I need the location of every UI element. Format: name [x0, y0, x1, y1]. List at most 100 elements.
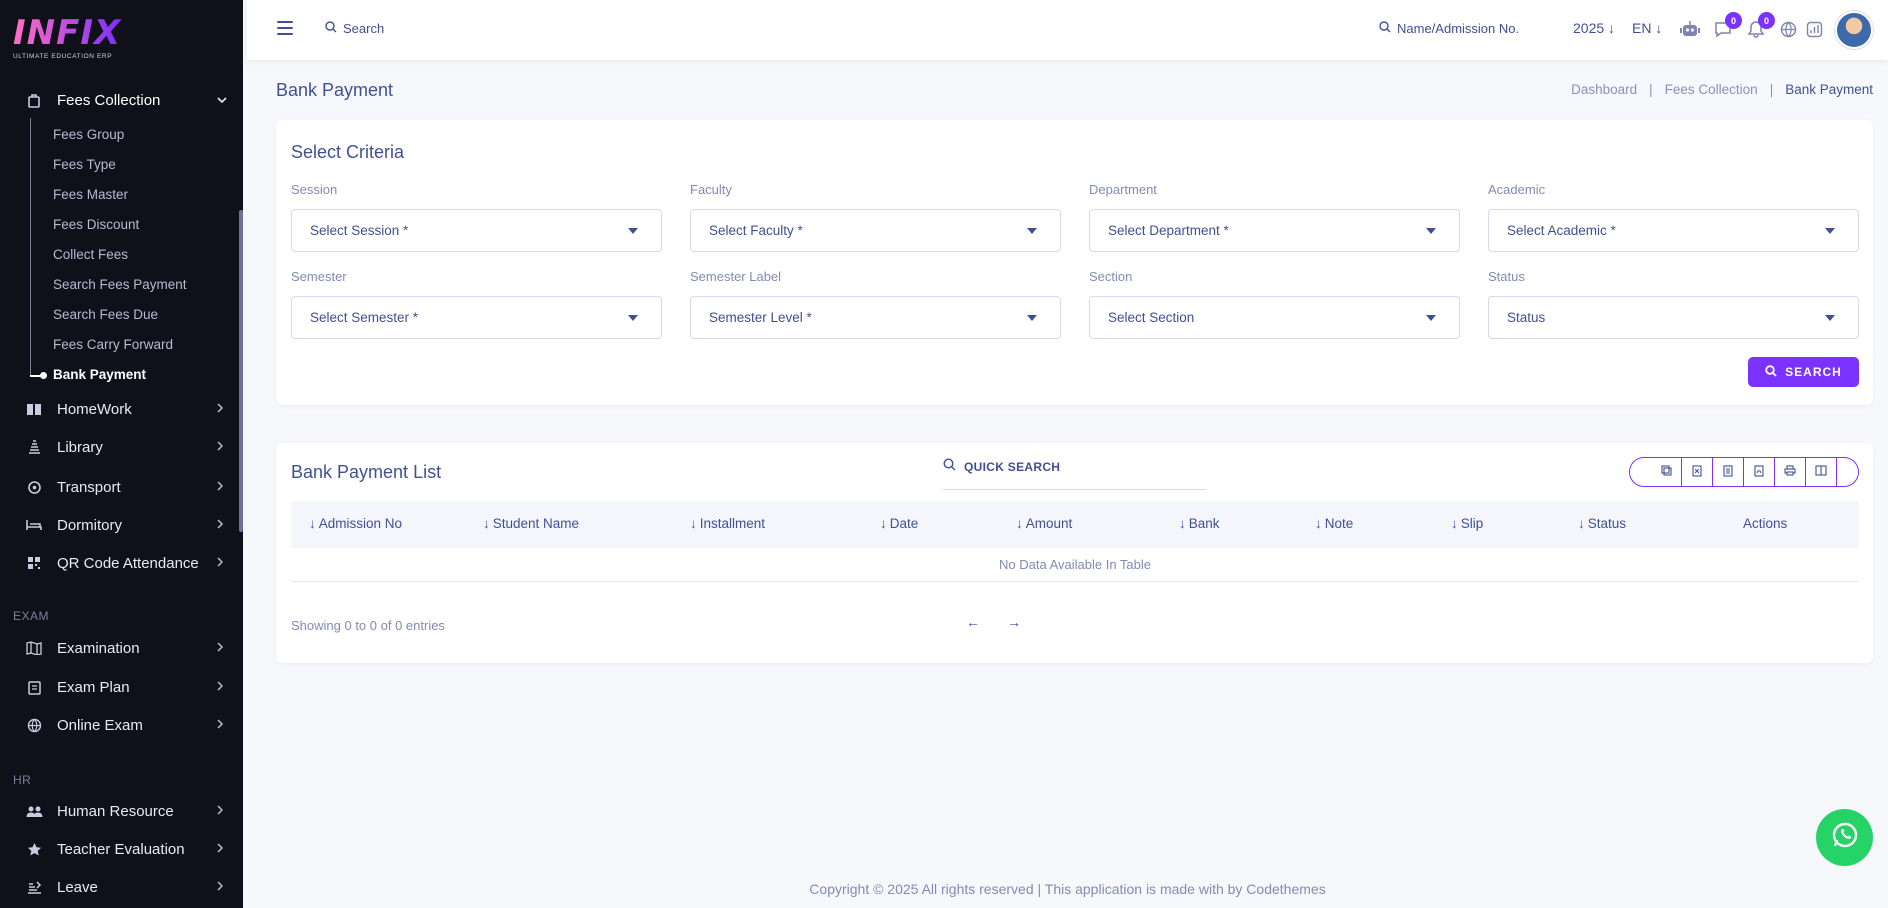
department-select[interactable]: Select Department * — [1089, 209, 1460, 252]
menu-toggle-icon[interactable] — [277, 21, 293, 35]
chat-badge: 0 — [1725, 12, 1742, 29]
globe-icon[interactable] — [1777, 18, 1799, 40]
chevron-right-icon — [217, 718, 224, 732]
library-icon — [25, 438, 43, 456]
column-status[interactable]: ↓ Status — [1578, 516, 1626, 531]
sidebar-subitem-fees-carry-forward[interactable]: Fees Carry Forward — [53, 335, 173, 355]
export-buttons — [1629, 457, 1859, 487]
logo-tagline: ULTIMATE EDUCATION ERP — [13, 53, 113, 60]
robot-icon[interactable] — [1679, 18, 1701, 40]
section-select[interactable]: Select Section — [1089, 296, 1460, 339]
column-note[interactable]: ↓ Note — [1315, 516, 1353, 531]
table-header: ↓ Admission No ↓ Student Name ↓ Installment… — [291, 501, 1859, 548]
avatar[interactable] — [1835, 11, 1873, 49]
pagination-next[interactable]: → — [1007, 614, 1021, 630]
caret-down-icon — [1426, 315, 1436, 321]
year-value: 2025 — [1573, 20, 1605, 36]
sidebar-item-transport[interactable]: Transport — [0, 472, 243, 502]
academic-label: Academic — [1488, 182, 1546, 197]
sidebar-item-human-resource[interactable]: Human Resource — [0, 796, 243, 826]
excel-button[interactable] — [1682, 458, 1713, 486]
sort-arrow-icon: ↓ — [1179, 516, 1186, 531]
sidebar-item-library[interactable]: Library — [0, 432, 243, 462]
sidebar-item-label: Online Exam — [57, 716, 143, 734]
sidebar-item-qr-code-attendance[interactable]: QR Code Attendance — [0, 548, 243, 578]
column-student-name[interactable]: ↓ Student Name — [483, 516, 579, 531]
sidebar-item-dormitory[interactable]: Dormitory — [0, 510, 243, 540]
sidebar-subitem-bank-payment[interactable]: Bank Payment — [53, 365, 146, 385]
sidebar-item-fees-collection[interactable]: Fees Collection — [0, 85, 243, 115]
sidebar-scrollbar[interactable] — [239, 210, 243, 532]
sidebar-item-label: Transport — [57, 478, 121, 496]
sidebar-item-label: QR Code Attendance — [57, 554, 199, 572]
csv-button[interactable] — [1713, 458, 1744, 486]
section-label: Section — [1089, 269, 1133, 284]
column-admission-no[interactable]: ↓ Admission No — [309, 516, 402, 531]
quick-search-input[interactable]: QUICK SEARCH — [943, 456, 1206, 490]
list-title: Bank Payment List — [291, 462, 442, 482]
whatsapp-button[interactable] — [1816, 809, 1873, 866]
breadcrumb-dashboard[interactable]: Dashboard — [1571, 82, 1637, 97]
sidebar-subitem-search-fees-payment[interactable]: Search Fees Payment — [53, 275, 187, 295]
academic-select[interactable]: Select Academic * — [1488, 209, 1859, 252]
column-installment[interactable]: ↓ Installment — [690, 516, 765, 531]
pagination-prev[interactable]: ← — [966, 614, 980, 630]
map-icon — [25, 639, 43, 657]
notification-bell-icon[interactable]: 0 — [1745, 12, 1775, 40]
sidebar-subitem-collect-fees[interactable]: Collect Fees — [53, 245, 128, 265]
caret-down-icon — [1426, 228, 1436, 234]
page-title: Bank Payment — [276, 80, 394, 100]
column-label: Amount — [1025, 516, 1073, 531]
chevron-right-icon — [217, 518, 224, 532]
excel-icon — [1692, 464, 1702, 480]
sidebar-subitem-fees-group[interactable]: Fees Group — [53, 125, 124, 145]
section-label-hr: HR — [13, 773, 32, 787]
semester-select[interactable]: Select Semester * — [291, 296, 662, 339]
sidebar-subitem-fees-discount[interactable]: Fees Discount — [53, 215, 139, 235]
sidebar-item-online-exam[interactable]: Online Exam — [0, 710, 243, 740]
globe-icon — [25, 716, 43, 734]
chat-icon[interactable]: 0 — [1712, 12, 1742, 40]
faculty-select[interactable]: Select Faculty * — [690, 209, 1061, 252]
status-select[interactable]: Status — [1488, 296, 1859, 339]
column-amount[interactable]: ↓ Amount — [1016, 516, 1072, 531]
table-info: Showing 0 to 0 of 0 entries — [291, 618, 445, 633]
sidebar-subitem-search-fees-due[interactable]: Search Fees Due — [53, 305, 158, 325]
column-slip[interactable]: ↓ Slip — [1451, 516, 1483, 531]
analytics-icon[interactable] — [1803, 18, 1825, 40]
column-bank[interactable]: ↓ Bank — [1179, 516, 1220, 531]
session-select-value: Select Session * — [310, 223, 409, 238]
copy-button[interactable] — [1651, 458, 1682, 486]
footer: Copyright © 2025 All rights reserved | T… — [809, 881, 1326, 897]
language-select[interactable]: EN ↓ — [1632, 20, 1662, 36]
search-button[interactable]: SEARCH — [1748, 357, 1859, 387]
criteria-card — [276, 120, 1873, 405]
header-search[interactable]: Search — [325, 21, 384, 36]
pdf-button[interactable] — [1744, 458, 1775, 486]
logo-word: INFIX — [13, 13, 122, 53]
columns-button[interactable] — [1806, 458, 1837, 486]
active-indicator — [30, 372, 47, 379]
academic-select-value: Select Academic * — [1507, 223, 1616, 238]
sidebar-item-label: Dormitory — [57, 516, 123, 534]
student-search[interactable]: Name/Admission No. — [1379, 21, 1519, 36]
column-label: Status — [1587, 516, 1627, 531]
faculty-label: Faculty — [690, 182, 732, 197]
sidebar-item-teacher-evaluation[interactable]: Teacher Evaluation — [0, 834, 243, 864]
year-select[interactable]: 2025 ↓ — [1573, 20, 1615, 36]
session-select[interactable]: Select Session * — [291, 209, 662, 252]
sidebar-item-examination[interactable]: Examination — [0, 633, 243, 663]
breadcrumb-fees-collection[interactable]: Fees Collection — [1665, 82, 1758, 97]
print-button[interactable] — [1775, 458, 1806, 486]
section-select-value: Select Section — [1108, 310, 1195, 325]
sidebar-item-homework[interactable]: HomeWork — [0, 394, 243, 424]
sidebar-subitem-fees-master[interactable]: Fees Master — [53, 185, 128, 205]
sidebar-subitem-fees-type[interactable]: Fees Type — [53, 155, 116, 175]
column-date[interactable]: ↓ Date — [880, 516, 918, 531]
semester-level-select[interactable]: Semester Level * — [690, 296, 1061, 339]
sidebar-item-exam-plan[interactable]: Exam Plan — [0, 672, 243, 702]
clipboard-icon — [25, 678, 43, 696]
logo[interactable]: INFIX ULTIMATE EDUCATION ERP — [13, 14, 123, 66]
caret-down-icon — [1825, 228, 1835, 234]
sidebar-item-leave[interactable]: Leave — [0, 872, 243, 902]
